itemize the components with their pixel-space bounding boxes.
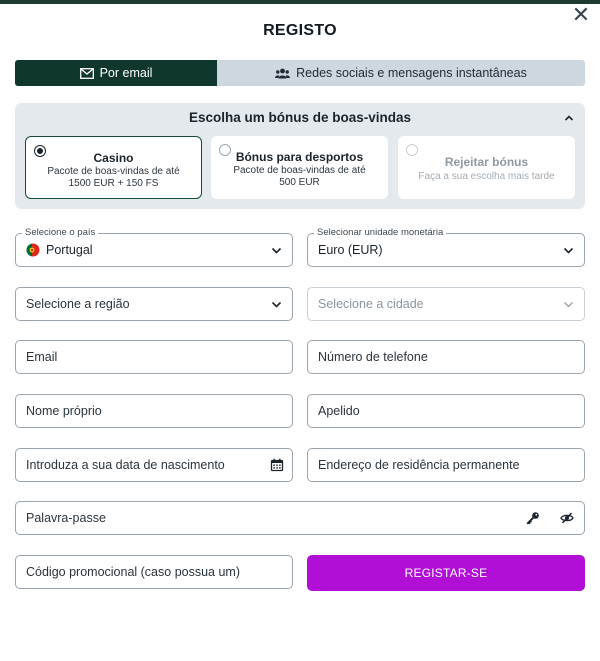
chevron-up-icon[interactable] (563, 112, 575, 124)
last-name-field[interactable]: Apelido (307, 394, 585, 428)
bonus-option-reject[interactable]: Rejeitar bónus Faça a sua escolha mais t… (398, 136, 575, 199)
region-select-placeholder: Selecione a região (26, 297, 130, 311)
address-placeholder: Endereço de residência permanente (318, 458, 520, 472)
eye-slash-icon[interactable] (560, 511, 574, 525)
top-accent-bar (0, 0, 600, 4)
tab-social-label: Redes sociais e mensagens instantâneas (296, 66, 527, 80)
password-field[interactable]: Palavra-passe (15, 501, 585, 535)
bonus-option-desc: Faça a sua escolha mais tarde (418, 171, 555, 182)
phone-placeholder: Número de telefone (318, 350, 428, 364)
tab-social[interactable]: Redes sociais e mensagens instantâneas (217, 60, 585, 86)
register-button[interactable]: REGISTAR-SE (307, 555, 585, 591)
bonus-option-desc: Pacote de boas-vindas de até 1500 EUR + … (47, 166, 180, 189)
key-icon[interactable] (526, 511, 540, 525)
promo-code-field[interactable]: Código promocional (caso possua um) (15, 555, 293, 589)
currency-select[interactable]: Selecionar unidade monetária Euro (EUR) (307, 227, 585, 267)
region-select[interactable]: Selecione a região (15, 287, 293, 321)
promo-code-placeholder: Código promocional (caso possua um) (26, 565, 240, 579)
first-name-field[interactable]: Nome próprio (15, 394, 293, 428)
address-field[interactable]: Endereço de residência permanente (307, 448, 585, 482)
tab-email-label: Por email (99, 66, 153, 80)
first-name-placeholder: Nome próprio (26, 404, 102, 418)
bonus-option-casino[interactable]: Casino Pacote de boas-vindas de até 1500… (25, 136, 202, 199)
portugal-flag-icon (26, 243, 40, 257)
registration-method-tabs: Por email Redes sociais e mensagens inst… (15, 60, 585, 86)
city-select[interactable]: Selecione a cidade (307, 287, 585, 321)
country-select[interactable]: Selecione o país Portugal (15, 227, 293, 267)
chevron-down-icon (563, 247, 574, 254)
email-placeholder: Email (26, 350, 58, 364)
bonus-option-title: Rejeitar bónus (444, 155, 529, 169)
chevron-down-icon (271, 301, 282, 308)
chevron-down-icon (564, 302, 573, 308)
bonus-option-sports[interactable]: Bónus para desportos Pacote de boas-vind… (211, 136, 388, 199)
chevron-down-icon (271, 247, 282, 254)
currency-value-text: Euro (EUR) (318, 243, 383, 257)
welcome-bonus-panel: Escolha um bónus de boas-vindas Casino P… (15, 103, 585, 209)
bonus-option-title: Casino (93, 151, 134, 165)
phone-field[interactable]: Número de telefone (307, 340, 585, 374)
bonus-option-title: Bónus para desportos (235, 150, 364, 164)
dialog-title: REGISTO (263, 22, 337, 39)
birth-date-placeholder: Introduza a sua data de nascimento (26, 458, 225, 472)
tab-email[interactable]: Por email (15, 60, 217, 86)
users-icon (275, 68, 291, 79)
envelope-icon (79, 67, 94, 79)
last-name-placeholder: Apelido (318, 404, 360, 418)
email-field[interactable]: Email (15, 340, 293, 374)
calendar-icon[interactable] (270, 458, 284, 472)
birth-date-field[interactable]: Introduza a sua data de nascimento (15, 448, 293, 482)
city-select-placeholder: Selecione a cidade (318, 297, 424, 311)
bonus-option-desc: Pacote de boas-vindas de até 500 EUR (233, 165, 366, 188)
country-value-text: Portugal (46, 243, 93, 257)
password-placeholder: Palavra-passe (26, 511, 106, 525)
bonus-panel-title: Escolha um bónus de boas-vindas (188, 110, 412, 125)
country-select-value: Portugal (26, 234, 93, 266)
